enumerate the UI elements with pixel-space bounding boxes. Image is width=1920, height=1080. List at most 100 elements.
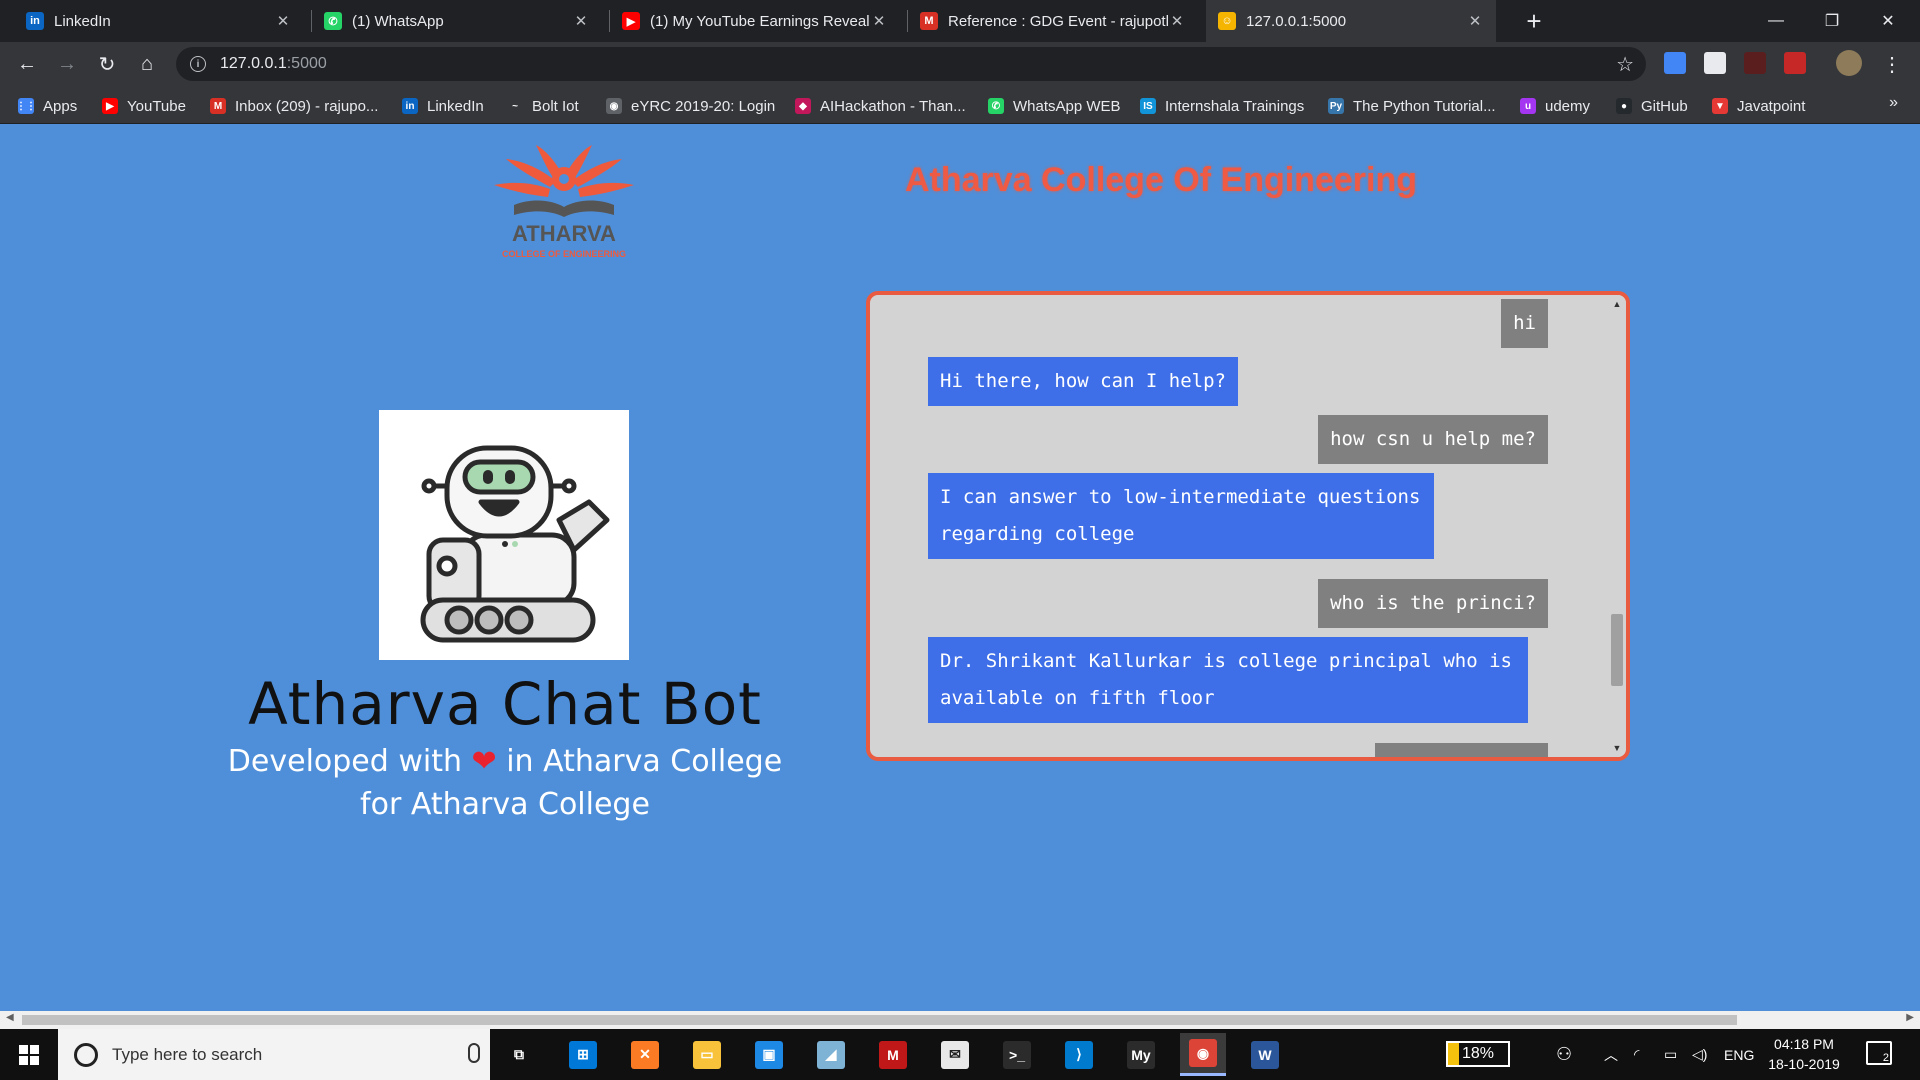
start-button[interactable] — [0, 1029, 58, 1080]
bookmark-label: AIHackathon - Than... — [820, 97, 966, 115]
subtitle-line-1: Developed with ❤ in Atharva College — [180, 740, 830, 783]
taskbar-app-xampp[interactable]: ✕ — [622, 1033, 668, 1076]
taskbar-search[interactable]: Type here to search — [58, 1029, 490, 1080]
language-indicator[interactable]: ENG — [1724, 1029, 1754, 1080]
tab-close-icon[interactable]: ✕ — [1168, 12, 1186, 30]
scroll-thumb[interactable] — [1611, 614, 1623, 686]
page-horizontal-scrollbar[interactable]: ◀ ▶ — [0, 1011, 1920, 1029]
people-icon[interactable]: ⚇ — [1556, 1029, 1572, 1080]
tab-close-icon[interactable]: ✕ — [274, 12, 292, 30]
tab-4[interactable]: ☺ 127.0.0.1:5000 ✕ — [1206, 0, 1496, 42]
tab-title: Reference : GDG Event - rajupoth — [948, 12, 1168, 30]
bookmark-label: Inbox (209) - rajupo... — [235, 97, 379, 115]
taskbar-app-vscode[interactable]: ⟩ — [1056, 1033, 1102, 1076]
bookmark-javatpoint[interactable]: ▼ Javatpoint — [1712, 95, 1805, 117]
address-bar[interactable]: i 127.0.0.1:5000 ☆ — [176, 47, 1646, 81]
profile-extension-icon[interactable] — [1704, 52, 1726, 74]
taskbar-app-chrome[interactable]: ◉ — [1180, 1033, 1226, 1076]
college-name-heading: Atharva College Of Engineering — [905, 161, 1417, 199]
chatbot-page: ATHARVA COLLEGE OF ENGINEERING Atharva C… — [0, 125, 1920, 1011]
home-icon[interactable]: ⌂ — [131, 48, 163, 80]
taskbar-app-notes[interactable]: ◢ — [808, 1033, 854, 1076]
clock[interactable]: 04:18 PM 18-10-2019 — [1760, 1034, 1848, 1074]
bookmark-star-icon[interactable]: ☆ — [1616, 52, 1634, 77]
bookmarks-bar: ⋮⋮ Apps ▶ YouTube M Inbox (209) - rajupo... in… — [0, 86, 1920, 124]
pdf-extension-icon[interactable] — [1744, 52, 1766, 74]
taskbar-app-mysql[interactable]: My — [1118, 1033, 1164, 1076]
tab-2[interactable]: ▶ (1) My YouTube Earnings Reveale ✕ — [610, 0, 900, 42]
mcafee-extension-icon[interactable] — [1784, 52, 1806, 74]
wifi-icon[interactable]: ◜ — [1634, 1029, 1639, 1080]
taskbar-app-store[interactable]: ⊞ — [560, 1033, 606, 1076]
chat-window[interactable]: hi Hi there, how can I help? how csn u hel… — [866, 291, 1630, 761]
bookmark-github[interactable]: ● GitHub — [1616, 95, 1688, 117]
taskbar-app-word[interactable]: W — [1242, 1033, 1288, 1076]
taskbar-app-mail[interactable]: ✉ — [932, 1033, 978, 1076]
robot-illustration — [420, 445, 610, 643]
file-explorer-icon: ▭ — [693, 1040, 721, 1069]
vscode-icon: ⟩ — [1065, 1040, 1093, 1069]
battery-indicator[interactable]: 18% — [1446, 1041, 1510, 1067]
taskbar-app-mcafee[interactable]: M — [870, 1033, 916, 1076]
new-tab-button[interactable]: + — [1519, 6, 1549, 36]
tray-chevron-icon[interactable]: ︿ — [1604, 1029, 1618, 1080]
menu-dots-icon[interactable]: ⋮ — [1876, 48, 1908, 80]
battery-tray-icon[interactable]: ▭ — [1664, 1029, 1677, 1080]
bookmark-whatsapp-web[interactable]: ✆ WhatsApp WEB — [988, 95, 1121, 117]
avatar[interactable] — [1836, 50, 1862, 76]
bookmark-udemy[interactable]: u udemy — [1520, 95, 1590, 117]
bookmark-linkedin[interactable]: in LinkedIn — [402, 95, 484, 117]
notification-center-icon[interactable]: 2 — [1866, 1041, 1892, 1065]
bookmark-apps[interactable]: ⋮⋮ Apps — [16, 95, 77, 117]
close-window-button[interactable]: ✕ — [1860, 0, 1916, 42]
bookmark-label: Internshala Trainings — [1165, 97, 1305, 115]
bookmark-internshala-trainings[interactable]: IS Internshala Trainings — [1140, 95, 1304, 117]
chat-scrollbar[interactable]: ▲ ▼ — [1608, 295, 1626, 757]
apps-grid-icon: ⋮⋮ — [16, 98, 36, 114]
linkedin-icon: in — [26, 12, 44, 30]
tab-separator — [907, 10, 908, 32]
volume-icon[interactable]: ◁) — [1692, 1029, 1707, 1080]
user-message: what ur name? — [1375, 743, 1548, 757]
translate-extension-icon[interactable] — [1664, 52, 1686, 74]
url-text[interactable]: 127.0.0.1:5000 — [220, 55, 327, 73]
tab-close-icon[interactable]: ✕ — [1466, 12, 1484, 30]
mic-icon[interactable] — [468, 1043, 480, 1063]
site-info-icon[interactable]: i — [190, 56, 206, 72]
horizontal-scroll-thumb[interactable] — [22, 1015, 1737, 1025]
restore-button[interactable]: ❐ — [1804, 0, 1860, 42]
internshala-icon: IS — [1140, 98, 1156, 114]
scroll-right-icon[interactable]: ▶ — [1906, 1012, 1914, 1023]
taskbar-app-remote-desktop[interactable]: ▣ — [746, 1033, 792, 1076]
forward-icon[interactable]: → — [51, 48, 83, 80]
taskbar-app-task-view[interactable]: ⧉ — [496, 1033, 542, 1076]
tab-title: (1) WhatsApp — [352, 12, 444, 30]
reload-icon[interactable]: ↻ — [91, 48, 123, 80]
minimize-button[interactable]: — — [1748, 0, 1804, 42]
tab-close-icon[interactable]: ✕ — [870, 12, 888, 30]
taskbar-app-terminal[interactable]: >_ — [994, 1033, 1040, 1076]
bookmark-inbox-209-rajupo[interactable]: M Inbox (209) - rajupo... — [210, 95, 378, 117]
back-icon[interactable]: ← — [11, 48, 43, 80]
tab-3[interactable]: M Reference : GDG Event - rajupoth ✕ — [908, 0, 1198, 42]
scroll-down-icon[interactable]: ▼ — [1608, 739, 1626, 757]
notes-icon: ◢ — [817, 1040, 845, 1069]
whatsapp-icon: ✆ — [324, 12, 342, 30]
bookmark-eyrc-2019-20-login[interactable]: ◉ eYRC 2019-20: Login — [606, 95, 775, 117]
taskbar-app-file-explorer[interactable]: ▭ — [684, 1033, 730, 1076]
heart-icon: ❤ — [471, 744, 497, 779]
bookmark-the-python-tutorial[interactable]: Py The Python Tutorial... — [1328, 95, 1496, 117]
bookmarks-overflow-icon[interactable]: » — [1889, 94, 1898, 112]
youtube-icon: ▶ — [102, 98, 118, 114]
chat-messages[interactable]: hi Hi there, how can I help? how csn u hel… — [870, 295, 1610, 757]
tab-1[interactable]: ✆ (1) WhatsApp ✕ — [312, 0, 602, 42]
bookmark-aihackathon-than[interactable]: ◆ AIHackathon - Than... — [795, 95, 966, 117]
tab-close-icon[interactable]: ✕ — [572, 12, 590, 30]
bookmark-youtube[interactable]: ▶ YouTube — [102, 95, 186, 117]
bookmark-bolt-iot[interactable]: ~ Bolt Iot — [507, 95, 579, 117]
bookmark-label: udemy — [1545, 97, 1591, 115]
scroll-up-icon[interactable]: ▲ — [1608, 295, 1626, 313]
scroll-left-icon[interactable]: ◀ — [6, 1012, 14, 1023]
clock-date: 18-10-2019 — [1768, 1056, 1840, 1072]
tab-0[interactable]: in LinkedIn ✕ — [14, 0, 304, 42]
